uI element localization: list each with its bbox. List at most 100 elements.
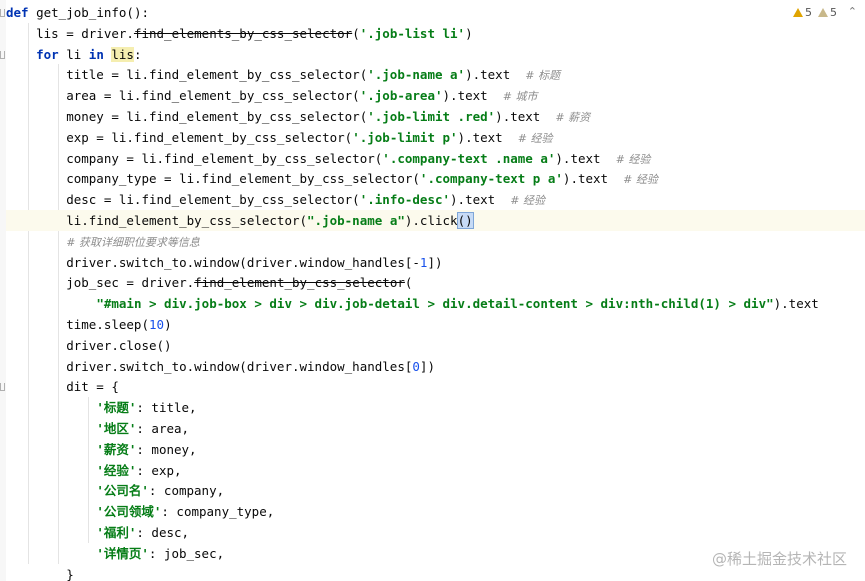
weak-warning-icon [818,8,828,17]
code-token: ).text [562,171,624,187]
code-line[interactable]: job_sec = driver.find_element_by_css_sel… [6,272,412,293]
code-line[interactable]: title = li.find_element_by_css_selector(… [6,64,560,85]
code-token: : job_sec, [148,545,225,561]
code-token: 0 [412,358,420,374]
code-line[interactable]: dit = { [6,376,119,397]
code-token: lis [111,46,134,62]
chevron-up-icon[interactable]: ⌃ [848,5,857,18]
warning-icon [793,8,803,17]
code-line[interactable]: '薪资': money, [6,439,197,460]
code-line[interactable]: area = li.find_element_by_css_selector('… [6,85,537,106]
code-token: ).text [495,109,556,124]
code-token: get_job_info(): [36,5,149,20]
code-token: def [6,5,37,20]
code-token: '福利' [96,525,137,540]
code-token: ) [465,25,473,41]
weak-warning-count[interactable]: 5 [818,6,837,19]
code-token: ).text [773,296,819,312]
code-token: money = li.find_element_by_css_selector( [6,109,368,124]
code-token: () [456,212,474,229]
code-token: '公司名' [96,483,149,499]
code-token: find_elements_by_css_selector [133,25,353,41]
code-line[interactable]: '公司名': company, [6,480,224,501]
code-token: '地区' [96,421,137,436]
code-token: '.job-list li' [359,25,466,41]
code-token: driver.switch_to.window(driver.window_ha… [6,254,420,270]
code-token: : area, [136,421,190,436]
warning-count[interactable]: 5 [793,6,812,19]
code-line[interactable]: '福利': desc, [6,522,189,543]
fold-marker-icon[interactable] [0,383,5,392]
code-line[interactable]: company = li.find_element_by_css_selecto… [6,148,650,169]
code-token: : [133,46,142,62]
code-line[interactable]: time.sleep(10) [6,314,172,335]
code-token: ).text [450,192,511,208]
code-token: # 经验 [510,194,545,208]
code-line[interactable]: '标题': title, [6,397,196,418]
code-token: company_type = li.find_element_by_css_se… [6,171,420,187]
code-token: driver.close() [6,337,172,353]
code-token: : exp, [136,462,182,478]
code-token: ).text [555,150,616,166]
code-line[interactable]: li.find_element_by_css_selector(".job-na… [6,210,865,231]
code-token: ).text [465,67,526,83]
code-line[interactable]: lis = driver.find_elements_by_css_select… [6,23,473,44]
code-token: job_sec = driver. [6,275,195,291]
code-token: # 经验 [623,173,658,187]
code-line[interactable]: driver.close() [6,335,172,356]
code-token: find_element_by_css_selector [194,275,405,291]
code-line[interactable]: driver.switch_to.window(driver.window_ha… [6,252,442,273]
code-token: li [66,46,89,62]
code-line[interactable]: '经验': exp, [6,460,182,481]
code-line[interactable]: '公司领域': company_type, [6,501,274,522]
code-line[interactable]: # 获取详细职位要求等信息 [6,231,200,252]
code-token: ( [352,25,360,41]
code-token: in [88,46,112,62]
code-token: '.company-text .name a' [382,150,556,166]
code-line[interactable]: company_type = li.find_element_by_css_se… [6,168,658,189]
code-token: '.job-area' [359,88,443,104]
code-editor[interactable]: def get_job_info(): lis = driver.find_el… [0,0,865,581]
code-line[interactable]: '地区': area, [6,418,189,439]
code-token: } [6,566,74,581]
code-token: '公司领域' [96,504,162,520]
code-token: ).text [457,129,518,145]
code-token: driver.switch_to.window(driver.window_ha… [6,358,413,374]
watermark: @稀土掘金技术社区 [711,550,847,568]
code-token: ( [404,275,413,291]
code-token: '详情页' [96,545,149,561]
code-line[interactable]: for li in lis: [6,44,141,65]
code-token: : company_type, [161,504,275,520]
code-token: '标题' [96,400,137,416]
code-token: # 经验 [517,131,553,145]
code-token: '经验' [96,462,137,478]
code-token: ) [164,317,172,332]
code-line[interactable]: money = li.find_element_by_css_selector(… [6,106,590,127]
fold-marker-icon[interactable] [0,9,5,17]
code-token: # 薪资 [555,111,591,124]
code-line[interactable]: exp = li.find_element_by_css_selector('.… [6,127,552,148]
code-token: : money, [136,441,197,457]
fold-marker-icon[interactable] [0,50,5,59]
code-token: for [36,46,67,62]
code-token: lis = driver. [6,25,134,41]
code-token: '薪资' [96,441,137,457]
code-token: li.find_element_by_css_selector( [6,213,308,228]
code-token: ".job-name a" [307,213,405,228]
code-line[interactable]: "#main > div.job-box > div > div.job-det… [6,293,819,314]
inspection-widget[interactable]: 5 5 [793,6,837,19]
code-line[interactable]: def get_job_info(): [6,2,149,23]
code-token: : company, [148,483,225,499]
code-line[interactable]: } [6,564,74,581]
code-token: # 城市 [502,90,538,104]
code-line[interactable]: '详情页': job_sec, [6,543,224,564]
code-token: area = li.find_element_by_css_selector( [6,88,360,104]
code-line[interactable]: driver.switch_to.window(driver.window_ha… [6,356,435,377]
code-line[interactable]: desc = li.find_element_by_css_selector('… [6,189,545,210]
